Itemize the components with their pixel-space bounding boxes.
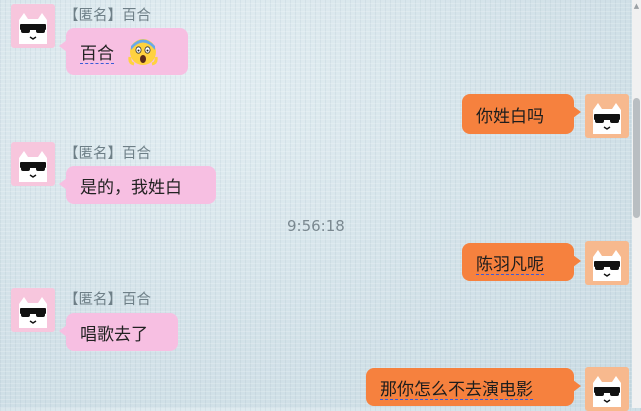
message-bubble[interactable]: 那你怎么不去演电影 — [366, 368, 581, 406]
avatar-graphic — [593, 250, 621, 281]
message-bubble[interactable]: 陈羽凡呢 — [462, 243, 581, 281]
vertical-scrollbar[interactable]: ▲ — [632, 0, 641, 408]
sender-name: 【匿名】百合 — [64, 8, 151, 24]
message-text: 那你怎么不去演电影 — [380, 379, 533, 400]
message-text: 百合 — [80, 44, 114, 64]
chat-window[interactable]: 【匿名】百合 百合 你姓白吗 【匿名】百合 是的，我姓白 9:56:18 陈羽凡… — [0, 0, 632, 411]
cat-with-sunglasses-icon[interactable] — [585, 367, 629, 411]
cat-with-sunglasses-icon[interactable] — [11, 4, 55, 48]
message-text: 是的，我姓白 — [80, 177, 182, 198]
message-text: 陈羽凡呢 — [476, 254, 544, 275]
message-bubble[interactable]: 是的，我姓白 — [59, 166, 216, 204]
sender-name: 【匿名】百合 — [64, 146, 151, 162]
avatar-graphic — [19, 297, 47, 328]
sender-name: 【匿名】百合 — [64, 292, 151, 308]
message-text: 唱歌去了 — [80, 324, 148, 345]
avatar-graphic — [19, 13, 47, 44]
scroll-up-arrow-icon[interactable]: ▲ — [633, 2, 640, 10]
message-text: 你姓白吗 — [476, 106, 544, 127]
avatar-graphic — [19, 151, 47, 182]
avatar-graphic — [593, 103, 621, 134]
timestamp: 9:56:18 — [287, 217, 345, 235]
cat-with-sunglasses-icon[interactable] — [585, 94, 629, 138]
message-bubble[interactable]: 唱歌去了 — [59, 313, 178, 351]
scroll-thumb[interactable] — [633, 98, 640, 218]
message-bubble[interactable]: 百合 — [59, 28, 188, 75]
face-screaming-in-fear-emoji — [128, 37, 158, 67]
cat-with-sunglasses-icon[interactable] — [585, 241, 629, 285]
avatar-graphic — [593, 376, 621, 407]
cat-with-sunglasses-icon[interactable] — [11, 288, 55, 332]
message-bubble[interactable]: 你姓白吗 — [462, 94, 581, 134]
cat-with-sunglasses-icon[interactable] — [11, 142, 55, 186]
